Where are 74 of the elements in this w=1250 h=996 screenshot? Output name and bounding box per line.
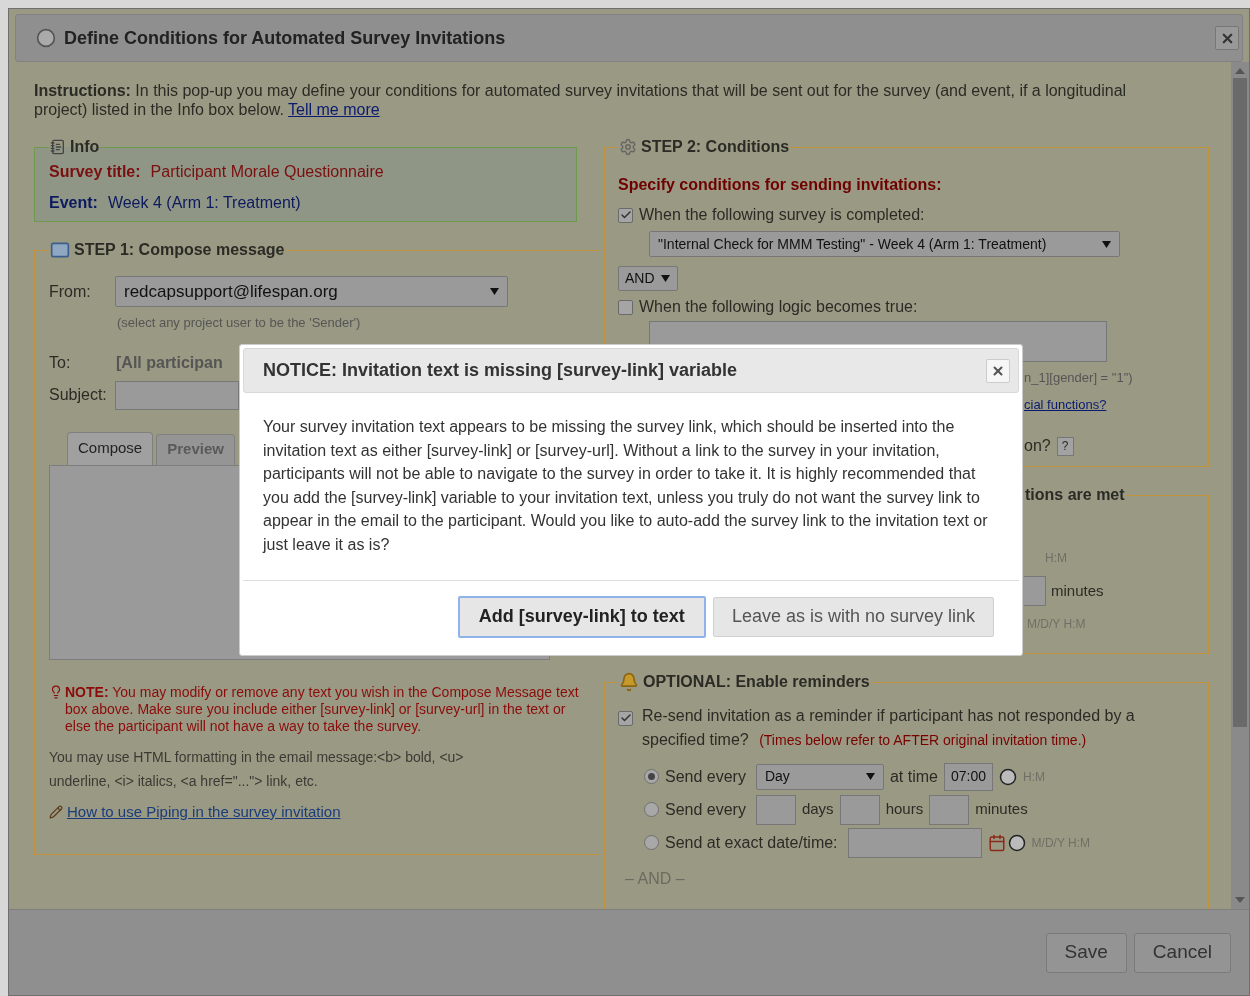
- window-title: Define Conditions for Automated Survey Invitations: [64, 26, 507, 50]
- unit-label: days: [801, 799, 834, 820]
- recipient-text: [All participan: [116, 352, 223, 373]
- field-label: Event:: [49, 193, 98, 213]
- field-label: Survey title:: [49, 162, 141, 182]
- scroll-up-icon[interactable]: [1235, 68, 1245, 74]
- to-label: To:: [49, 352, 72, 373]
- from-select[interactable]: redcapsupport@lifespan.org: [115, 276, 508, 307]
- question-text: on?: [1024, 436, 1051, 456]
- caret-icon: [1102, 240, 1111, 248]
- number-field[interactable]: [929, 794, 970, 825]
- number-field[interactable]: [839, 794, 880, 825]
- unit-label: minutes: [1051, 580, 1104, 601]
- gear-icon: [619, 138, 637, 156]
- checkbox[interactable]: [618, 207, 633, 223]
- from-hint: (select any project user to be the 'Sender'): [117, 314, 362, 332]
- panel-legend: OPTIONAL: Enable reminders: [643, 670, 870, 694]
- notice-title: NOTICE: Invitation text is missing [survey-link] variable: [263, 359, 738, 382]
- radio-button[interactable]: [644, 802, 659, 817]
- radio-button[interactable]: [644, 835, 659, 850]
- caret-icon: [865, 773, 875, 780]
- checkbox[interactable]: [618, 710, 633, 726]
- operator-select[interactable]: AND: [618, 266, 678, 291]
- caret-icon: [490, 288, 499, 295]
- unit-label: minutes: [975, 799, 1028, 820]
- html-hint: You may use HTML formatting in the email message:<b> bold, <u> underline, <i> italics, <a href="..."> link, etc.: [49, 747, 465, 791]
- panel-legend: STEP 1: Compose message: [74, 238, 285, 262]
- subject-label: Subject:: [49, 385, 108, 405]
- editor-tab[interactable]: Compose: [67, 431, 154, 465]
- at-time-label: at time: [889, 766, 938, 787]
- piping-link[interactable]: How to use Piping in the survey invitation: [67, 800, 341, 823]
- close-button[interactable]: [1215, 26, 1239, 50]
- checkbox[interactable]: [618, 299, 633, 315]
- option-label: Send every: [665, 799, 746, 820]
- tell-me-more-link[interactable]: Tell me more: [288, 101, 380, 118]
- option-label: Send at exact date/time:: [665, 832, 838, 853]
- survey-title: Participant Morale Questionnaire: [150, 162, 384, 182]
- close-icon: [991, 363, 1005, 378]
- note-text: NOTE: You may modify or remove any text you wish in the Compose Message text box above. Make sure you include either [survey-link] or [survey-url] in the text or else the participant will not have a way to take the survey.: [65, 683, 580, 735]
- condition-label: When the following survey is completed:: [639, 205, 925, 225]
- number-field[interactable]: [755, 794, 796, 825]
- from-label: From:: [49, 281, 92, 302]
- subject-field[interactable]: [115, 380, 239, 410]
- footer-button[interactable]: Cancel: [1133, 932, 1231, 973]
- notepad-icon: [50, 139, 66, 155]
- help-button[interactable]: ?: [1056, 436, 1074, 456]
- close-button[interactable]: [986, 358, 1010, 383]
- notice-button[interactable]: Leave as is with no survey link: [712, 596, 994, 637]
- footer-button[interactable]: Save: [1045, 932, 1127, 973]
- panel-legend: Info: [70, 135, 100, 159]
- lightbulb-icon: [49, 684, 63, 699]
- bell-icon: [619, 672, 639, 692]
- option-label: Send every: [665, 766, 746, 787]
- notice-button[interactable]: Add [survey-link] to text: [457, 595, 706, 638]
- scroll-down-icon[interactable]: [1235, 897, 1245, 903]
- minutes-field[interactable]: [1024, 576, 1046, 606]
- radio-button[interactable]: [644, 769, 659, 784]
- datetime-field[interactable]: [847, 827, 982, 858]
- frequency-select[interactable]: Day: [755, 763, 884, 790]
- notice-message: Your survey invitation text appears to be missing the survey link, which should be inserted into the invitation text as either [survey-link] or [survey-url]. Without a link to the survey in your invitation, participants will not be able to navigate to the survey in order to take it. It is highly recommended that you add the [survey-link] variable to your invitation text, unless you truly do not want the survey link to appear in the email to the participant. Would you like to auto-add the survey link to the invitation text or just leave it as is?: [261, 417, 989, 555]
- special-functions-link[interactable]: cial functions?: [1024, 394, 1107, 414]
- reminder-label: Re-send invitation as a reminder if participant has not responded by a specified time? (Times below refer to AFTER original invitation time.): [642, 706, 1136, 750]
- time-field[interactable]: 07:00: [943, 762, 993, 791]
- panel-legend: STEP 2: Conditions: [641, 135, 790, 159]
- survey-select[interactable]: "Internal Check for MMM Testing" - Week 4 (Arm 1: Treatment): [649, 231, 1120, 257]
- instructions-text: Instructions: In this pop-up you may define your conditions for automated survey invitations that will be sent out for the survey (and event, if a longitudinal project) listed in the Info box below. Tell me more: [34, 81, 1128, 119]
- event-name: Week 4 (Arm 1: Treatment): [107, 193, 301, 213]
- condition-label: When the following logic becomes true:: [639, 297, 918, 317]
- panel-legend: tions are met: [1025, 486, 1125, 503]
- logic-example: n_1][gender] = "1"): [1024, 369, 1134, 387]
- pencil-icon: [49, 804, 63, 819]
- caret-icon: [660, 275, 670, 282]
- unit-label: hours: [885, 799, 924, 820]
- conditions-heading: Specify conditions for sending invitations:: [618, 175, 943, 195]
